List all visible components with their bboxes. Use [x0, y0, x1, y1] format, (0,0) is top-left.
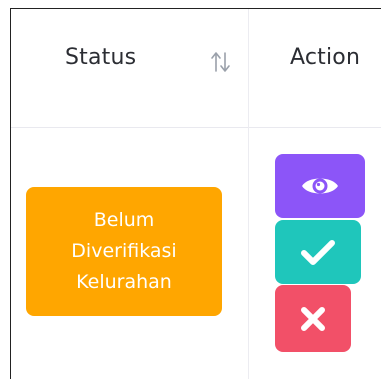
column-header-status: Status: [65, 45, 137, 70]
close-icon: [301, 306, 325, 331]
eye-icon: [302, 178, 338, 194]
column-header-action: Action: [290, 45, 361, 70]
status-badge: Belum Diverifikasi Kelurahan: [26, 187, 222, 316]
sort-arrows-icon[interactable]: [209, 49, 233, 75]
status-badge-label: Belum Diverifikasi Kelurahan: [71, 209, 177, 293]
reject-button[interactable]: [275, 285, 351, 352]
view-button[interactable]: [275, 154, 365, 218]
data-table: Status Action Belum Diverifikasi Kelurah…: [10, 8, 381, 379]
verify-button[interactable]: [275, 220, 361, 284]
column-divider: [248, 9, 249, 379]
check-icon: [301, 240, 335, 265]
